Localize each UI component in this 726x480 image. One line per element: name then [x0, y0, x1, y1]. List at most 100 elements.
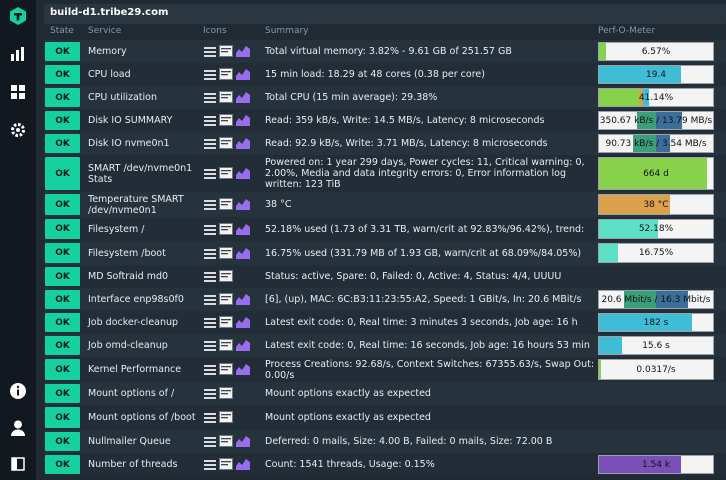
perf-o-meter[interactable]: 15.6 s: [598, 336, 714, 355]
header-icons[interactable]: Icons: [203, 26, 227, 38]
service-name[interactable]: Memory: [88, 40, 198, 63]
graph-icon[interactable]: [236, 88, 250, 107]
graph-icon[interactable]: [236, 290, 250, 309]
check-icon[interactable]: [219, 220, 233, 239]
check-icon[interactable]: [219, 432, 233, 451]
check-icon[interactable]: [219, 134, 233, 153]
state-badge[interactable]: OK: [45, 243, 80, 263]
menu-icon[interactable]: [204, 408, 216, 427]
service-name[interactable]: Filesystem /boot: [88, 241, 198, 265]
graph-icon[interactable]: [236, 42, 250, 61]
state-badge[interactable]: OK: [45, 42, 80, 61]
state-badge[interactable]: OK: [45, 336, 80, 355]
state-badge[interactable]: OK: [45, 455, 80, 474]
state-badge[interactable]: OK: [45, 407, 80, 428]
state-badge[interactable]: OK: [45, 432, 80, 451]
menu-icon[interactable]: [204, 290, 216, 309]
perf-o-meter[interactable]: 41.14%: [598, 88, 714, 107]
menu-icon[interactable]: [204, 164, 216, 183]
service-name[interactable]: Number of threads: [88, 453, 198, 476]
state-badge[interactable]: OK: [45, 290, 80, 309]
graph-icon[interactable]: [236, 164, 250, 183]
state-badge[interactable]: OK: [45, 313, 80, 332]
check-icon[interactable]: [219, 455, 233, 474]
service-name[interactable]: Mount options of /boot: [88, 405, 198, 430]
perf-o-meter[interactable]: 38 °C: [598, 194, 714, 215]
menu-icon[interactable]: [204, 384, 216, 403]
service-name[interactable]: Kernel Performance: [88, 357, 198, 382]
menu-icon[interactable]: [204, 267, 216, 286]
graph-icon[interactable]: [236, 220, 250, 239]
menu-icon[interactable]: [204, 220, 216, 239]
check-icon[interactable]: [219, 88, 233, 107]
perf-o-meter[interactable]: 664 d: [598, 157, 714, 190]
menu-icon[interactable]: [204, 336, 216, 355]
user-icon[interactable]: [8, 418, 28, 438]
state-badge[interactable]: OK: [45, 359, 80, 380]
menu-icon[interactable]: [204, 88, 216, 107]
perf-o-meter[interactable]: 52.18%: [598, 219, 714, 239]
graph-icon[interactable]: [236, 336, 250, 355]
service-name[interactable]: Nullmailer Queue: [88, 430, 198, 453]
perf-o-meter[interactable]: 350.67 kB/s / 13.79 MB/s: [598, 111, 714, 130]
check-icon[interactable]: [219, 313, 233, 332]
service-name[interactable]: Interface enp98s0f0: [88, 288, 198, 311]
graph-icon[interactable]: [236, 360, 250, 379]
check-icon[interactable]: [219, 336, 233, 355]
grid-icon[interactable]: [8, 82, 28, 102]
perf-o-meter[interactable]: 20.6 Mbit/s / 16.3 Mbit/s: [598, 290, 714, 309]
check-icon[interactable]: [219, 267, 233, 286]
graph-icon[interactable]: [236, 195, 250, 214]
menu-icon[interactable]: [204, 111, 216, 130]
graph-icon[interactable]: [236, 111, 250, 130]
perf-o-meter[interactable]: 6.57%: [598, 42, 714, 61]
graph-icon[interactable]: [236, 134, 250, 153]
state-badge[interactable]: OK: [45, 134, 80, 153]
state-badge[interactable]: OK: [45, 88, 80, 107]
service-name[interactable]: CPU load: [88, 63, 198, 86]
check-icon[interactable]: [219, 244, 233, 263]
check-icon[interactable]: [219, 408, 233, 427]
menu-icon[interactable]: [204, 134, 216, 153]
menu-icon[interactable]: [204, 244, 216, 263]
logo-icon[interactable]: [8, 6, 28, 26]
graph-icon[interactable]: [236, 455, 250, 474]
check-icon[interactable]: [219, 111, 233, 130]
check-icon[interactable]: [219, 384, 233, 403]
check-icon[interactable]: [219, 360, 233, 379]
hostname-link[interactable]: build-d1.tribe29.com: [50, 7, 168, 18]
state-badge[interactable]: OK: [45, 111, 80, 130]
state-badge[interactable]: OK: [45, 267, 80, 286]
service-name[interactable]: Mount options of /: [88, 382, 198, 405]
header-service[interactable]: Service: [88, 26, 121, 38]
menu-icon[interactable]: [204, 65, 216, 84]
state-badge[interactable]: OK: [45, 384, 80, 403]
state-badge[interactable]: OK: [45, 157, 80, 190]
state-badge[interactable]: OK: [45, 194, 80, 215]
graph-icon[interactable]: [236, 313, 250, 332]
dashboard-icon[interactable]: [8, 44, 28, 64]
graph-icon[interactable]: [236, 432, 250, 451]
service-name[interactable]: Job docker-cleanup: [88, 311, 198, 334]
check-icon[interactable]: [219, 42, 233, 61]
state-badge[interactable]: OK: [45, 219, 80, 239]
settings-icon[interactable]: [8, 120, 28, 140]
check-icon[interactable]: [219, 65, 233, 84]
graph-icon[interactable]: [236, 65, 250, 84]
info-icon[interactable]: [8, 381, 28, 401]
service-name[interactable]: MD Softraid md0: [88, 265, 198, 288]
perf-o-meter[interactable]: 16.75%: [598, 243, 714, 263]
service-name[interactable]: Disk IO SUMMARY: [88, 109, 198, 132]
perf-o-meter[interactable]: 90.73 kB/s / 3.54 MB/s: [598, 134, 714, 153]
header-summary[interactable]: Summary: [265, 26, 309, 38]
menu-icon[interactable]: [204, 313, 216, 332]
service-name[interactable]: Job omd-cleanup: [88, 334, 198, 357]
service-name[interactable]: SMART /dev/nvme0n1 Stats: [88, 155, 198, 192]
header-perf-o-meter[interactable]: Perf-O-Meter: [598, 26, 655, 38]
check-icon[interactable]: [219, 164, 233, 183]
check-icon[interactable]: [219, 290, 233, 309]
graph-icon[interactable]: [236, 244, 250, 263]
perf-o-meter[interactable]: 1.54 k: [598, 455, 714, 474]
header-state[interactable]: State: [50, 26, 74, 38]
menu-icon[interactable]: [204, 455, 216, 474]
